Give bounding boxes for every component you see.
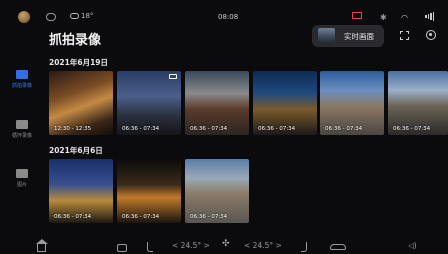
thumbnail-time: 06:36 - 07:34 <box>258 126 296 132</box>
fan-icon[interactable]: ✣ <box>222 239 230 249</box>
sidebar-item-snapshot-video[interactable]: 抓拍录像 <box>0 70 44 89</box>
sidebar-item-label: 抓拍录像 <box>11 83 32 89</box>
thumbnail-time: 06:36 - 07:34 <box>122 214 160 220</box>
seat-right-icon[interactable] <box>301 242 307 252</box>
temperature-value: 18° <box>81 12 94 20</box>
video-thumbnail[interactable]: 06:36 - 07:34 <box>117 71 181 135</box>
video-thumbnail[interactable]: 06:36 - 07:34 <box>253 71 317 135</box>
section-date: 2021年6月6日 <box>49 146 103 155</box>
message-icon[interactable] <box>46 13 56 21</box>
seat-left-icon[interactable] <box>147 242 153 252</box>
video-thumbnail[interactable]: 06:36 - 07:34 <box>49 159 113 223</box>
cloud-icon <box>70 13 79 19</box>
camera-icon <box>169 74 177 79</box>
car-icon[interactable] <box>330 244 346 250</box>
realtime-view-button[interactable]: 实时画面 <box>312 25 384 47</box>
sidebar-item-label: 图片 <box>16 182 27 188</box>
video-icon <box>16 120 28 129</box>
bottom-dock: < 24.5° > ✣ < 24.5° > ◁) <box>0 238 448 254</box>
temperature-left-control[interactable]: < 24.5° > <box>172 241 210 250</box>
sidebar-item-loop-video[interactable]: 循环录像 <box>0 120 44 139</box>
thumbnail-time: 12:30 - 12:35 <box>54 126 92 132</box>
thumbnail-time: 06:36 - 07:34 <box>122 126 160 132</box>
realtime-label: 实时画面 <box>344 32 374 41</box>
image-icon <box>16 169 28 178</box>
status-bar: 18° 08:08 ✱ ◠ <box>0 0 448 23</box>
thumbnail-time: 06:36 - 07:34 <box>393 126 431 132</box>
video-thumbnail[interactable]: 06:36 - 07:34 <box>388 71 448 135</box>
seat-heat-icon[interactable] <box>117 244 127 252</box>
signal-icon <box>425 11 435 21</box>
record-icon <box>352 12 362 19</box>
bluetooth-icon: ✱ <box>380 12 387 22</box>
fullscreen-icon[interactable] <box>400 31 409 40</box>
video-thumbnail[interactable]: 06:36 - 07:34 <box>185 71 249 135</box>
video-thumbnail[interactable]: 06:36 - 07:34 <box>117 159 181 223</box>
video-thumbnail[interactable]: 06:36 - 07:34 <box>185 159 249 223</box>
video-icon <box>16 70 28 79</box>
home-icon[interactable] <box>36 239 48 252</box>
gear-icon[interactable] <box>426 30 436 40</box>
section-date: 2021年6月19日 <box>49 58 109 67</box>
realtime-thumbnail <box>318 28 335 44</box>
sidebar-item-pictures[interactable]: 图片 <box>0 169 44 188</box>
sidebar-item-label: 循环录像 <box>11 133 32 139</box>
wifi-icon: ◠ <box>401 12 408 22</box>
clock: 08:08 <box>218 13 239 21</box>
temperature-right-control[interactable]: < 24.5° > <box>244 241 282 250</box>
thumbnail-time: 06:36 - 07:34 <box>325 126 363 132</box>
thumbnail-time: 06:36 - 07:34 <box>54 214 92 220</box>
avatar[interactable] <box>18 11 30 23</box>
thumbnail-time: 06:36 - 07:34 <box>190 214 228 220</box>
page-title: 抓拍录像 <box>49 33 102 48</box>
volume-icon[interactable]: ◁) <box>408 241 417 250</box>
thumbnail-time: 06:36 - 07:34 <box>190 126 228 132</box>
weather-widget: 18° <box>70 12 93 20</box>
video-thumbnail[interactable]: 12:30 - 12:35 <box>49 71 113 135</box>
video-thumbnail[interactable]: 06:36 - 07:34 <box>320 71 384 135</box>
